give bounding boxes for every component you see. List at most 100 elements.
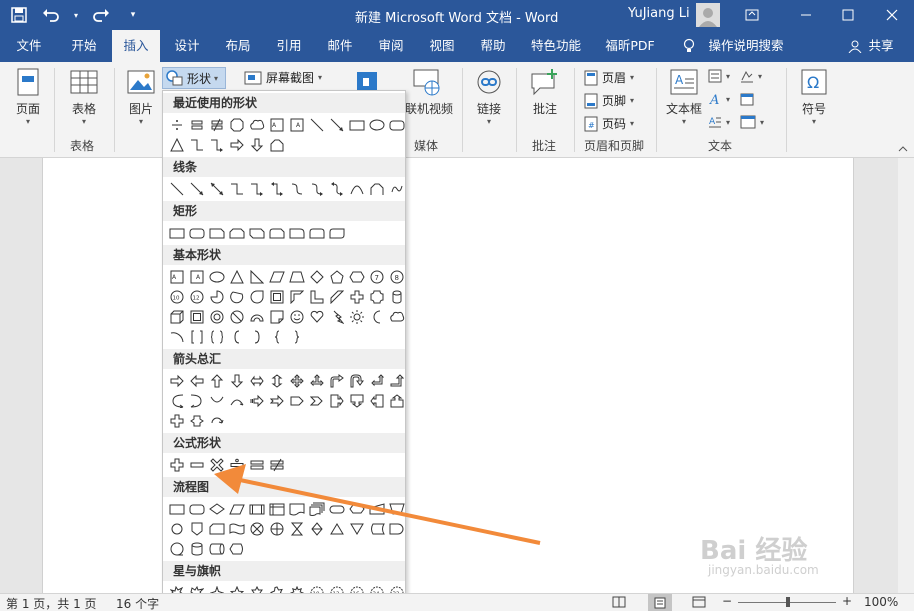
rect-round-same-icon[interactable] [307, 223, 327, 243]
flow-data-icon[interactable] [227, 499, 247, 519]
footer-button[interactable]: 页脚 ▾ [584, 92, 634, 109]
arc-icon[interactable] [167, 327, 187, 347]
arrow-curved-up-icon[interactable] [207, 391, 227, 411]
folded-corner-icon[interactable] [267, 307, 287, 327]
right-bracket-icon[interactable] [247, 327, 267, 347]
callout-left-arrow-icon[interactable] [367, 391, 387, 411]
arrow-striped-right-icon[interactable] [247, 391, 267, 411]
link-button[interactable]: 链接 ▾ [468, 68, 510, 126]
arrow-curved-left-icon[interactable] [187, 391, 207, 411]
tab-home[interactable]: 开始 [60, 30, 108, 62]
quick-parts-button[interactable]: ▾ ▾ [708, 69, 762, 83]
wordart-button[interactable]: A ▾ [708, 92, 754, 106]
circular-arrow-icon[interactable] [207, 411, 227, 431]
left-bracket-icon[interactable] [227, 327, 247, 347]
flow-internal-storage-icon[interactable] [267, 499, 287, 519]
textbox-button[interactable]: A 文本框 ▾ [662, 68, 706, 126]
flow-sort-icon[interactable] [307, 519, 327, 539]
arrow-line-icon[interactable] [187, 179, 207, 199]
flow-preparation-icon[interactable] [347, 499, 367, 519]
teardrop-icon[interactable] [247, 287, 267, 307]
parallelogram-icon[interactable] [267, 267, 287, 287]
freeform-line-icon[interactable] [367, 179, 387, 199]
math-minus-icon[interactable] [187, 455, 207, 475]
flow-multidocument-icon[interactable] [307, 499, 327, 519]
diamond-icon[interactable] [307, 267, 327, 287]
elbow-connector-icon[interactable] [187, 135, 207, 155]
double-brace-icon[interactable] [207, 327, 227, 347]
share-user-icon[interactable] [846, 30, 864, 62]
right-brace-icon[interactable] [287, 327, 307, 347]
read-mode-icon[interactable] [612, 596, 626, 611]
print-layout-icon[interactable] [648, 594, 672, 611]
customize-qat-icon[interactable]: ▾ [122, 4, 144, 26]
table-button[interactable]: 表格 ▾ [62, 68, 106, 126]
hexagon-icon[interactable] [347, 267, 367, 287]
flow-stored-data-icon[interactable] [367, 519, 387, 539]
donut-icon[interactable] [207, 307, 227, 327]
rect-rounded-icon[interactable] [187, 223, 207, 243]
flow-process-icon[interactable] [167, 499, 187, 519]
right-arrow-shape-icon[interactable] [227, 135, 247, 155]
math-divide-icon[interactable] [227, 455, 247, 475]
redo-icon[interactable] [90, 4, 112, 26]
octagon-basic-icon[interactable]: 8 [387, 267, 405, 287]
math-not-equal-icon[interactable] [267, 455, 287, 475]
not-equal-shape-icon[interactable] [207, 115, 227, 135]
tell-me-search[interactable]: 操作说明搜索 [704, 30, 788, 62]
down-arrow-shape-icon[interactable] [247, 135, 267, 155]
flow-terminator-icon[interactable] [327, 499, 347, 519]
close-icon[interactable] [878, 3, 906, 27]
tab-view[interactable]: 视图 [418, 30, 466, 62]
moon-icon[interactable] [367, 307, 387, 327]
flow-card-icon[interactable] [207, 519, 227, 539]
flow-manual-operation-icon[interactable] [387, 499, 405, 519]
drop-cap-button[interactable]: A ▾ ▾ [708, 115, 764, 129]
frame-icon[interactable] [267, 287, 287, 307]
tab-special-features[interactable]: 特色功能 [522, 30, 590, 62]
right-triangle-icon[interactable] [247, 267, 267, 287]
flow-direct-access-icon[interactable] [207, 539, 227, 559]
flow-punched-tape-icon[interactable] [227, 519, 247, 539]
minimize-icon[interactable] [792, 3, 820, 27]
bevel-icon[interactable] [187, 307, 207, 327]
arrow-left-right-icon[interactable] [247, 371, 267, 391]
math-plus-icon[interactable] [167, 455, 187, 475]
chord-icon[interactable] [227, 287, 247, 307]
elbow-arrow-connector-icon[interactable] [207, 135, 227, 155]
math-multiply-icon[interactable] [207, 455, 227, 475]
picture-button[interactable]: 图片 ▾ [120, 68, 162, 126]
basic-triangle-icon[interactable] [227, 267, 247, 287]
arrow-right-icon[interactable] [167, 371, 187, 391]
header-button[interactable]: 页眉 ▾ [584, 69, 634, 86]
rect-round-diagonal-icon[interactable] [327, 223, 347, 243]
curved-connector-icon[interactable] [287, 179, 307, 199]
arrow-bent-up-icon[interactable] [387, 371, 405, 391]
double-bracket-icon[interactable] [187, 327, 207, 347]
flow-delay-icon[interactable] [387, 519, 405, 539]
arrow-up-down-icon[interactable] [267, 371, 287, 391]
half-frame-icon[interactable] [287, 287, 307, 307]
online-video-button[interactable]: 联机视频 [400, 68, 454, 117]
flow-display-icon[interactable] [227, 539, 247, 559]
rect-snip-single-icon[interactable] [207, 223, 227, 243]
tab-layout[interactable]: 布局 [214, 30, 262, 62]
arrow-quad-icon[interactable] [287, 371, 307, 391]
equal-shape-icon[interactable] [187, 115, 207, 135]
screenshot-button[interactable]: 屏幕截图 ▾ [244, 69, 322, 86]
curved-arrow-connector-icon[interactable] [307, 179, 327, 199]
ribbon-display-options-icon[interactable] [738, 3, 766, 27]
no-symbol-icon[interactable] [227, 307, 247, 327]
avatar[interactable] [696, 3, 720, 27]
scribble-icon[interactable] [387, 179, 405, 199]
curve-icon[interactable] [347, 179, 367, 199]
page-number-button[interactable]: # 页码 ▾ [584, 115, 634, 132]
zoom-out-icon[interactable]: − [722, 594, 732, 608]
share-button[interactable]: 共享 [866, 30, 896, 62]
freeform-shape-icon[interactable] [267, 135, 287, 155]
dodecagon-icon[interactable]: 12 [187, 287, 207, 307]
pentagon-icon[interactable] [327, 267, 347, 287]
flow-extract-icon[interactable] [327, 519, 347, 539]
symbol-button[interactable]: Ω 符号 ▾ [794, 68, 834, 126]
arrow-line-shape-icon[interactable] [327, 115, 347, 135]
